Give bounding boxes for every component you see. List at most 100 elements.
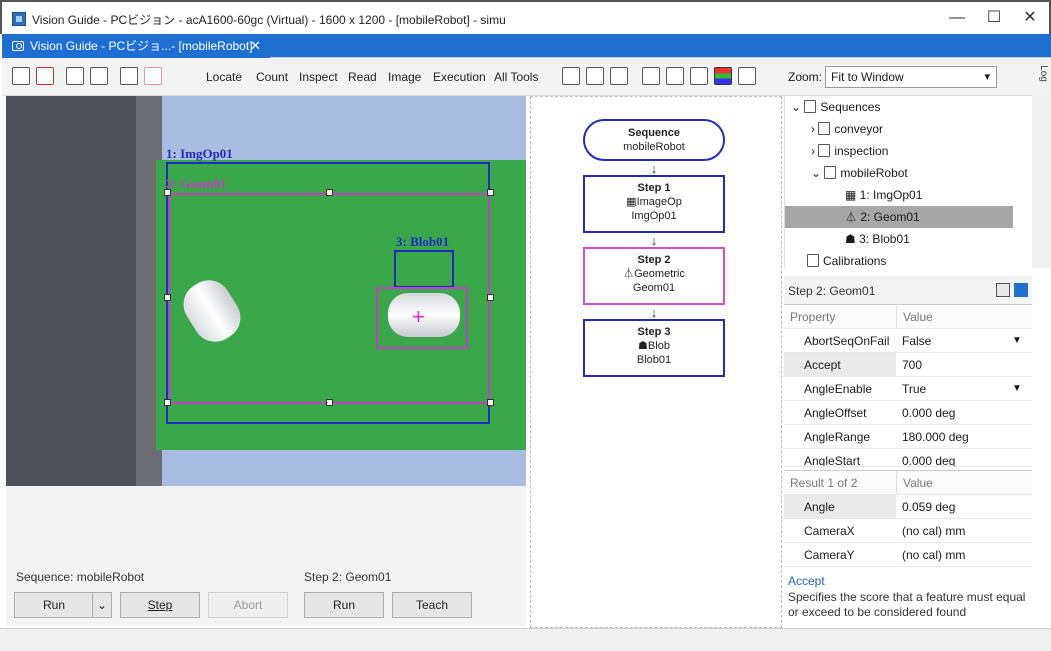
tree-item-label: mobileRobot <box>840 166 908 180</box>
new-sequence-icon[interactable] <box>12 67 30 85</box>
new-step-icon[interactable] <box>66 67 84 85</box>
run-sequence-button[interactable]: Run <box>14 592 94 618</box>
property-name: AngleEnable <box>804 382 873 396</box>
dropdown-arrow-icon[interactable]: ▼ <box>1006 329 1026 353</box>
flow-arrow: ↓ <box>650 305 658 320</box>
flow-step-2-name: Geom01 <box>632 282 676 294</box>
menu-all-tools[interactable]: All Tools <box>494 70 538 84</box>
menu-read[interactable]: Read <box>348 70 377 84</box>
sequence-label: Sequence: mobileRobot <box>16 570 145 584</box>
tree-item-mobilerobot[interactable]: ⌄ mobileRobot <box>811 162 908 184</box>
scene-wall <box>6 96 136 486</box>
blob-icon: ☗ <box>845 232 860 246</box>
tree-step-geom01[interactable]: ⏃ 2: Geom01 <box>785 206 1013 228</box>
zoom-select[interactable]: Fit to Window ▾ <box>825 66 997 88</box>
run-dropdown-button[interactable]: ⌄ <box>92 592 112 618</box>
flow-step-1-node[interactable]: Step 1 ▦ImageOp ImgOp01 <box>583 175 725 233</box>
property-row[interactable]: Accept 700 <box>784 353 1032 377</box>
tree-item-conveyor[interactable]: › conveyor <box>811 118 883 140</box>
tree-item-inspection[interactable]: › inspection <box>811 140 888 162</box>
camera-icon <box>12 41 24 51</box>
property-row[interactable]: AngleEnable True ▼ <box>784 377 1032 401</box>
properties-view-icon[interactable] <box>996 283 1010 297</box>
property-name: AbortSeqOnFail <box>804 334 890 348</box>
properties-icon[interactable] <box>738 67 756 85</box>
property-name: AngleOffset <box>804 406 867 420</box>
side-tab-log[interactable]: Log <box>1032 58 1051 96</box>
flow-step-2-node[interactable]: Step 2 ⏃Geometric Geom01 <box>583 247 725 305</box>
delete-sequence-icon[interactable] <box>36 67 54 85</box>
properties-mode-icon[interactable] <box>1014 283 1028 297</box>
resize-handle[interactable] <box>487 399 494 406</box>
result-name: Angle <box>784 495 896 519</box>
image-display[interactable]: 1: ImgOp01 2: Geom01 3: Blob01 + <box>6 96 526 486</box>
flow-step-2-title: Step 2 <box>637 254 671 266</box>
dropdown-arrow-icon[interactable]: ▼ <box>1006 377 1026 401</box>
menu-count[interactable]: Count <box>256 70 288 84</box>
maximize-button[interactable]: ☐ <box>974 8 1014 30</box>
menu-locate[interactable]: Locate <box>206 70 242 84</box>
statistics-icon[interactable] <box>666 67 684 85</box>
properties-title: Step 2: Geom01 <box>788 284 876 298</box>
delete-object-icon <box>144 67 162 85</box>
result-row: Angle 0.059 deg <box>784 495 1032 519</box>
zoom-bar: Zoom: Fit to Window ▾ <box>780 58 1051 96</box>
property-row[interactable]: AbortSeqOnFail False ▼ <box>784 329 1032 353</box>
resize-handle[interactable] <box>164 399 171 406</box>
run-step-button[interactable]: Run <box>304 592 384 618</box>
tree-item-label: inspection <box>834 144 889 158</box>
blob-region[interactable] <box>394 250 454 288</box>
tree-step-imgop01[interactable]: ▦ 1: ImgOp01 <box>845 184 922 206</box>
tree-calibrations[interactable]: Calibrations <box>807 250 886 272</box>
resize-handle[interactable] <box>487 294 494 301</box>
description-text: Specifies the score that a feature must … <box>788 590 1026 619</box>
resize-handle[interactable] <box>164 189 171 196</box>
abc-icon[interactable] <box>586 67 604 85</box>
color-icon[interactable] <box>714 67 732 85</box>
property-value[interactable]: 0.000 deg <box>896 449 1032 466</box>
sequence-icon <box>824 166 837 179</box>
property-value[interactable]: 700 <box>896 353 1032 377</box>
property-row[interactable]: AngleStart 0.000 deg <box>784 449 1032 467</box>
menu-image[interactable]: Image <box>388 70 421 84</box>
copy-step-icon[interactable] <box>90 67 108 85</box>
tab-close-icon[interactable]: ✕ <box>250 34 261 58</box>
crosshair-icon: + <box>412 304 425 329</box>
resize-handle[interactable] <box>326 399 333 406</box>
resize-handle[interactable] <box>326 189 333 196</box>
toolbar: Locate Count Inspect Read Image Executio… <box>2 58 780 96</box>
flow-icon[interactable] <box>562 67 580 85</box>
flow-step-3-node[interactable]: Step 3 ☗Blob Blob01 <box>583 319 725 377</box>
sequence-icon <box>818 122 831 135</box>
close-button[interactable]: ✕ <box>1010 8 1050 30</box>
tree-item-label: conveyor <box>834 122 884 136</box>
graph-icon[interactable] <box>642 67 660 85</box>
histogram-icon[interactable] <box>610 67 628 85</box>
side-tab-label: Log <box>1037 65 1049 82</box>
tree-scrollbar[interactable] <box>1032 96 1051 268</box>
description-title: Accept <box>788 574 825 588</box>
frame-icon[interactable] <box>690 67 708 85</box>
result-name: CameraX <box>804 524 855 538</box>
resize-handle[interactable] <box>164 294 171 301</box>
minimize-button[interactable]: — <box>937 8 977 30</box>
app-icon <box>12 12 26 26</box>
tree-step-label: 1: ImgOp01 <box>859 188 923 202</box>
flow-sequence-node[interactable]: Sequence mobileRobot <box>583 119 725 161</box>
property-value[interactable]: 0.000 deg <box>896 401 1032 425</box>
zoom-label: Zoom: <box>788 70 823 84</box>
teach-button[interactable]: Teach <box>392 592 472 618</box>
result-name: CameraY <box>804 548 855 562</box>
property-value[interactable]: 180.000 deg <box>896 425 1032 449</box>
new-object-icon[interactable] <box>120 67 138 85</box>
tree-root-sequences[interactable]: ⌄ Sequences <box>791 96 880 118</box>
property-row[interactable]: AngleRange 180.000 deg <box>784 425 1032 449</box>
tab-mobilerobot[interactable]: Vision Guide - PCビジョ...- [mobileRobot] ✕ <box>2 34 270 58</box>
menu-inspect[interactable]: Inspect <box>299 70 338 84</box>
menu-execution[interactable]: Execution <box>433 70 486 84</box>
tree-step-blob01[interactable]: ☗ 3: Blob01 <box>845 228 910 250</box>
property-row[interactable]: AngleOffset 0.000 deg <box>784 401 1032 425</box>
resize-handle[interactable] <box>487 189 494 196</box>
chevron-down-icon: ⌄ <box>96 598 108 612</box>
step-button[interactable]: Step <box>120 592 200 618</box>
